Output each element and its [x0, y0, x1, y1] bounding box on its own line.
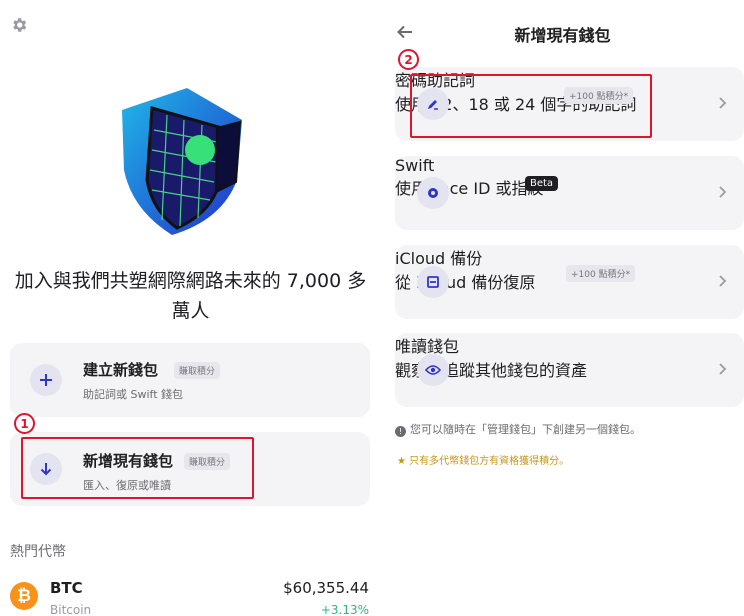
eye-icon — [417, 354, 449, 386]
cloud-backup-icon — [417, 266, 449, 298]
chevron-right-icon — [719, 275, 727, 287]
coin-name: Bitcoin — [50, 603, 92, 616]
trending-tokens-heading: 熱門代幣 — [10, 544, 66, 560]
option-title: Swift — [395, 156, 435, 175]
hero-headline: 加入與我們共塑網際網路未來的 7,000 多萬人 — [14, 270, 367, 322]
option-watch-only[interactable]: 唯讀錢包 觀察或追蹤其他錢包的資產 — [395, 333, 744, 407]
create-wallet-subtitle: 助記詞或 Swift 錢包 — [83, 388, 184, 401]
left-screen: 加入與我們共塑網際網路未來的 7,000 多萬人 建立新錢包 賺取積分 助記詞或… — [0, 0, 381, 616]
chevron-right-icon — [719, 363, 727, 375]
bitcoin-icon: ₿ — [10, 582, 38, 610]
option-title: 唯讀錢包 — [395, 337, 460, 356]
coin-change: +3.13% — [320, 603, 369, 616]
swift-gear-icon — [417, 177, 449, 209]
info-note-text: 您可以隨時在「管理錢包」下創建另一個錢包。 — [410, 423, 641, 436]
shield-illustration — [122, 88, 242, 235]
plus-icon — [30, 364, 62, 396]
points-eligibility-note: ★ 只有多代幣錢包方有資格獲得積分。 — [397, 456, 570, 467]
page-title: 新增現有錢包 — [514, 26, 611, 45]
step-marker-1: 1 — [14, 413, 35, 434]
right-screen: 新增現有錢包 密碼助記詞 +100 點積分* 使用 12、18 或 24 個字的… — [381, 0, 744, 616]
highlight-box-2 — [410, 74, 652, 138]
highlight-box-1 — [21, 437, 254, 499]
gear-icon[interactable] — [10, 16, 28, 34]
chevron-right-icon — [719, 97, 727, 109]
coin-symbol[interactable]: BTC — [50, 579, 83, 597]
option-swift[interactable]: Swift Beta 使用 Face ID 或指紋 — [395, 156, 744, 230]
info-note: ! 您可以隨時在「管理錢包」下創建另一個錢包。 — [395, 421, 641, 437]
chevron-right-icon — [719, 186, 727, 198]
create-wallet-title: 建立新錢包 — [83, 361, 159, 379]
coin-price: $60,355.44 — [283, 579, 369, 597]
beta-badge: Beta — [525, 176, 559, 191]
earn-points-badge: 賺取積分 — [174, 362, 221, 379]
info-icon: ! — [395, 426, 406, 437]
option-icloud-backup[interactable]: iCloud 備份 +100 點積分* 從 iCloud 備份復原 — [395, 245, 744, 319]
step-marker-2: 2 — [398, 49, 419, 70]
create-wallet-card[interactable]: 建立新錢包 賺取積分 助記詞或 Swift 錢包 — [10, 343, 370, 417]
points-badge: +100 點積分* — [566, 265, 636, 282]
